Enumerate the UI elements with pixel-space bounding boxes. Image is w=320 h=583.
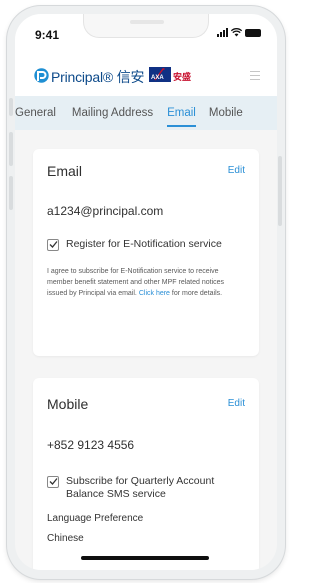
- sms-subscription-label: Subscribe for Quarterly Account Balance …: [66, 475, 214, 501]
- status-bar: 9:41: [15, 14, 277, 52]
- language-preference-label: Language Preference: [47, 513, 144, 524]
- speaker: [130, 20, 164, 24]
- mobile-card: Mobile Edit +852 9123 4556 Subscribe for…: [33, 378, 259, 570]
- status-icons: [217, 28, 261, 37]
- e-notification-disclaimer: I agree to subscribe for E-Notification …: [47, 266, 243, 299]
- home-indicator: [81, 556, 209, 560]
- e-notification-option[interactable]: Register for E-Notification service: [47, 238, 222, 251]
- volume-up-button: [9, 132, 13, 166]
- email-edit-link[interactable]: Edit: [228, 165, 245, 176]
- mobile-number: +852 9123 4556: [47, 438, 135, 452]
- phone-screen: 9:41 Principal® 信安 AXA 安盛 General Mailin…: [15, 14, 277, 570]
- volume-down-button: [9, 176, 13, 210]
- principal-logo-icon: [34, 68, 49, 83]
- axa-logo-text: AXA: [151, 75, 164, 81]
- power-button: [278, 156, 282, 226]
- e-notification-checkbox[interactable]: [47, 239, 59, 251]
- checkmark-icon: [49, 241, 58, 248]
- tab-mailing-address[interactable]: Mailing Address: [72, 96, 153, 130]
- click-here-link[interactable]: Click here: [139, 290, 170, 297]
- mobile-card-title: Mobile: [47, 396, 89, 412]
- mute-switch: [9, 98, 13, 116]
- sms-label-line2: Balance SMS service: [66, 488, 166, 500]
- status-time: 9:41: [35, 28, 60, 42]
- battery-icon: [245, 28, 261, 37]
- mobile-edit-link[interactable]: Edit: [228, 398, 245, 409]
- sms-subscription-option[interactable]: Subscribe for Quarterly Account Balance …: [47, 475, 214, 501]
- tab-general[interactable]: General: [15, 96, 56, 130]
- sms-label-line1: Subscribe for Quarterly Account: [66, 475, 215, 487]
- sms-subscription-checkbox[interactable]: [47, 476, 59, 488]
- e-notification-label: Register for E-Notification service: [66, 238, 222, 250]
- email-card-title: Email: [47, 163, 83, 179]
- hamburger-menu-icon[interactable]: [250, 71, 260, 83]
- profile-tabs: General Mailing Address Email Mobile: [15, 96, 277, 130]
- axa-chinese-name: 安盛: [173, 72, 192, 82]
- axa-logo: AXA: [149, 67, 171, 82]
- checkmark-icon: [49, 478, 58, 485]
- email-address: a1234@principal.com: [47, 204, 164, 218]
- email-card: Email Edit a1234@principal.com Register …: [33, 149, 259, 356]
- disclaimer-suffix: for more details.: [169, 290, 223, 297]
- wifi-icon: [231, 28, 242, 37]
- language-preference-value: Chinese: [47, 533, 84, 544]
- cellular-signal-icon: [217, 28, 228, 37]
- app-header: Principal® 信安 AXA 安盛: [15, 52, 277, 96]
- principal-logo-text: Principal® 信安: [51, 69, 145, 85]
- tab-email[interactable]: Email: [167, 96, 196, 130]
- tab-mobile[interactable]: Mobile: [209, 96, 243, 130]
- notch: [83, 14, 209, 38]
